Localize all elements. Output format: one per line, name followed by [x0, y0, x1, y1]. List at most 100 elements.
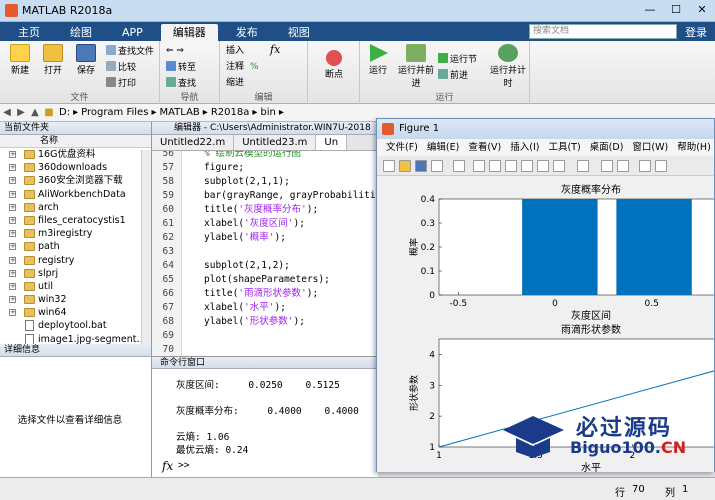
- expand-icon[interactable]: +: [9, 296, 16, 304]
- expand-icon[interactable]: +: [9, 309, 16, 317]
- expand-icon[interactable]: +: [9, 164, 16, 172]
- expand-icon[interactable]: +: [9, 230, 16, 238]
- menu-tools[interactable]: 工具(T): [548, 139, 580, 156]
- code-line[interactable]: 64 subplot(2,1,2);: [152, 259, 290, 273]
- folder-item[interactable]: +360安全浏览器下载: [0, 174, 151, 187]
- menu-desktop[interactable]: 桌面(D): [590, 139, 624, 156]
- compare-button[interactable]: 比较: [106, 61, 136, 74]
- figure-title-bar[interactable]: Figure 1: [377, 119, 714, 139]
- colorbar-icon[interactable]: [601, 160, 613, 172]
- code-editor[interactable]: 56% 绘制云模型的运行图 57 figure; 58 subplot(2,1,1); 5…: [152, 151, 378, 356]
- command-window[interactable]: 灰度区间: 0.0250 0.5125 灰度概率分布: 0.4000 0.4000…: [152, 369, 378, 477]
- editor-tab-untitled23[interactable]: Untitled23.m: [234, 135, 317, 150]
- breadcrumb-program-files[interactable]: Program Files: [81, 107, 148, 118]
- expand-icon[interactable]: +: [9, 190, 16, 198]
- folder-item[interactable]: + registry: [0, 254, 151, 267]
- menu-help[interactable]: 帮助(H): [677, 139, 711, 156]
- new-button[interactable]: 新建: [4, 41, 36, 76]
- brush-icon[interactable]: [553, 160, 565, 172]
- code-line[interactable]: 65 plot(shapeParameters);: [152, 273, 330, 287]
- code-line[interactable]: 70: [152, 343, 204, 356]
- expand-icon[interactable]: +: [9, 151, 16, 158]
- folder-item[interactable]: + files_ceratocystis1: [0, 214, 151, 227]
- print-button[interactable]: 打印: [106, 77, 136, 90]
- editor-tab-untitled22[interactable]: Untitled22.m: [152, 135, 235, 150]
- search-input[interactable]: 搜索文档: [529, 24, 677, 39]
- forward-arrow-icon[interactable]: ▶: [14, 107, 28, 118]
- menu-view[interactable]: 查看(V): [468, 139, 501, 156]
- expand-icon[interactable]: +: [9, 256, 16, 264]
- print-figure-icon[interactable]: [431, 160, 443, 172]
- up-folder-icon[interactable]: ▲: [28, 107, 42, 118]
- tab-editor[interactable]: 编辑器: [160, 24, 218, 41]
- goto-button[interactable]: 转至: [166, 61, 196, 74]
- browse-folder-icon[interactable]: ■: [42, 107, 56, 118]
- code-line[interactable]: 68 ylabel('形状参数');: [152, 315, 305, 329]
- expand-icon[interactable]: +: [9, 216, 16, 224]
- rotate-icon[interactable]: [521, 160, 533, 172]
- menu-edit[interactable]: 编辑(E): [427, 139, 459, 156]
- indent-button[interactable]: 缩进: [226, 77, 244, 90]
- run-button[interactable]: 运行: [362, 41, 394, 76]
- tab-plots[interactable]: 绘图: [58, 24, 104, 41]
- open-button[interactable]: 打开: [37, 41, 69, 76]
- show-tools-icon[interactable]: [655, 160, 667, 172]
- expand-icon[interactable]: +: [9, 282, 16, 290]
- code-line[interactable]: 60 title('灰度概率分布');: [152, 203, 319, 217]
- file-item[interactable]: deploytool.bat: [0, 319, 151, 332]
- folder-item[interactable]: + m3iregistry: [0, 227, 151, 240]
- run-time-button[interactable]: 运行并计时: [490, 41, 526, 89]
- tab-view[interactable]: 视图: [276, 24, 322, 41]
- menu-window[interactable]: 窗口(W): [632, 139, 668, 156]
- back-arrow-icon[interactable]: ◀: [0, 107, 14, 118]
- command-prompt[interactable]: >>: [178, 460, 189, 471]
- editor-tab-active[interactable]: Un: [316, 135, 348, 150]
- expand-icon[interactable]: +: [9, 177, 16, 185]
- folder-item[interactable]: +16G优盘资料: [0, 148, 151, 161]
- folder-item[interactable]: + AliWorkbenchData: [0, 188, 151, 201]
- zoom-out-icon[interactable]: [489, 160, 501, 172]
- minimize-button[interactable]: —: [637, 0, 663, 20]
- expand-icon[interactable]: +: [9, 269, 16, 277]
- breadcrumb-drive[interactable]: D:: [59, 107, 70, 118]
- new-figure-icon[interactable]: [383, 160, 395, 172]
- code-line[interactable]: 58 subplot(2,1,1);: [152, 175, 290, 189]
- code-line[interactable]: 69: [152, 329, 204, 343]
- legend-icon[interactable]: [617, 160, 629, 172]
- zoom-in-icon[interactable]: [473, 160, 485, 172]
- close-button[interactable]: ✕: [689, 0, 715, 20]
- breadcrumb-bin[interactable]: bin: [260, 107, 275, 118]
- folder-item[interactable]: + win64: [0, 306, 151, 319]
- run-section-button[interactable]: 运行节: [438, 53, 477, 66]
- hide-tools-icon[interactable]: [639, 160, 651, 172]
- back-icon[interactable]: ⇐ ⇒: [166, 45, 184, 58]
- menu-insert[interactable]: 插入(I): [510, 139, 539, 156]
- expand-icon[interactable]: +: [9, 243, 16, 251]
- tab-publish[interactable]: 发布: [224, 24, 270, 41]
- code-line[interactable]: 56 % 绘制云模型的运行图: [152, 151, 301, 161]
- code-line[interactable]: 67 xlabel('水平');: [152, 301, 286, 315]
- expand-icon[interactable]: +: [9, 203, 16, 211]
- tab-home[interactable]: 主页: [6, 24, 52, 41]
- link-icon[interactable]: [577, 160, 589, 172]
- code-line[interactable]: 57 figure;: [152, 161, 245, 175]
- pan-icon[interactable]: [505, 160, 517, 172]
- percent-icon[interactable]: %: [250, 61, 259, 74]
- folder-item[interactable]: +360downloads: [0, 161, 151, 174]
- find-button[interactable]: 查找: [166, 77, 196, 90]
- run-advance-button[interactable]: 运行并前进: [398, 41, 434, 89]
- fx-icon[interactable]: fx: [162, 459, 173, 473]
- data-cursor-icon[interactable]: [537, 160, 549, 172]
- folder-item[interactable]: + slprj: [0, 267, 151, 280]
- name-column-header[interactable]: 名称: [0, 135, 151, 148]
- menu-file[interactable]: 文件(F): [386, 139, 418, 156]
- code-line[interactable]: 63: [152, 245, 204, 259]
- fx-button[interactable]: fx: [270, 43, 280, 56]
- folder-item[interactable]: + util: [0, 280, 151, 293]
- folder-scrollbar[interactable]: [141, 150, 151, 344]
- code-line[interactable]: 66 title('雨滴形状参数');: [152, 287, 319, 301]
- insert-button[interactable]: 插入: [226, 45, 244, 58]
- find-files-button[interactable]: 查找文件: [106, 45, 154, 58]
- save-button[interactable]: 保存: [70, 41, 102, 76]
- breadcrumb-matlab[interactable]: MATLAB: [159, 107, 199, 118]
